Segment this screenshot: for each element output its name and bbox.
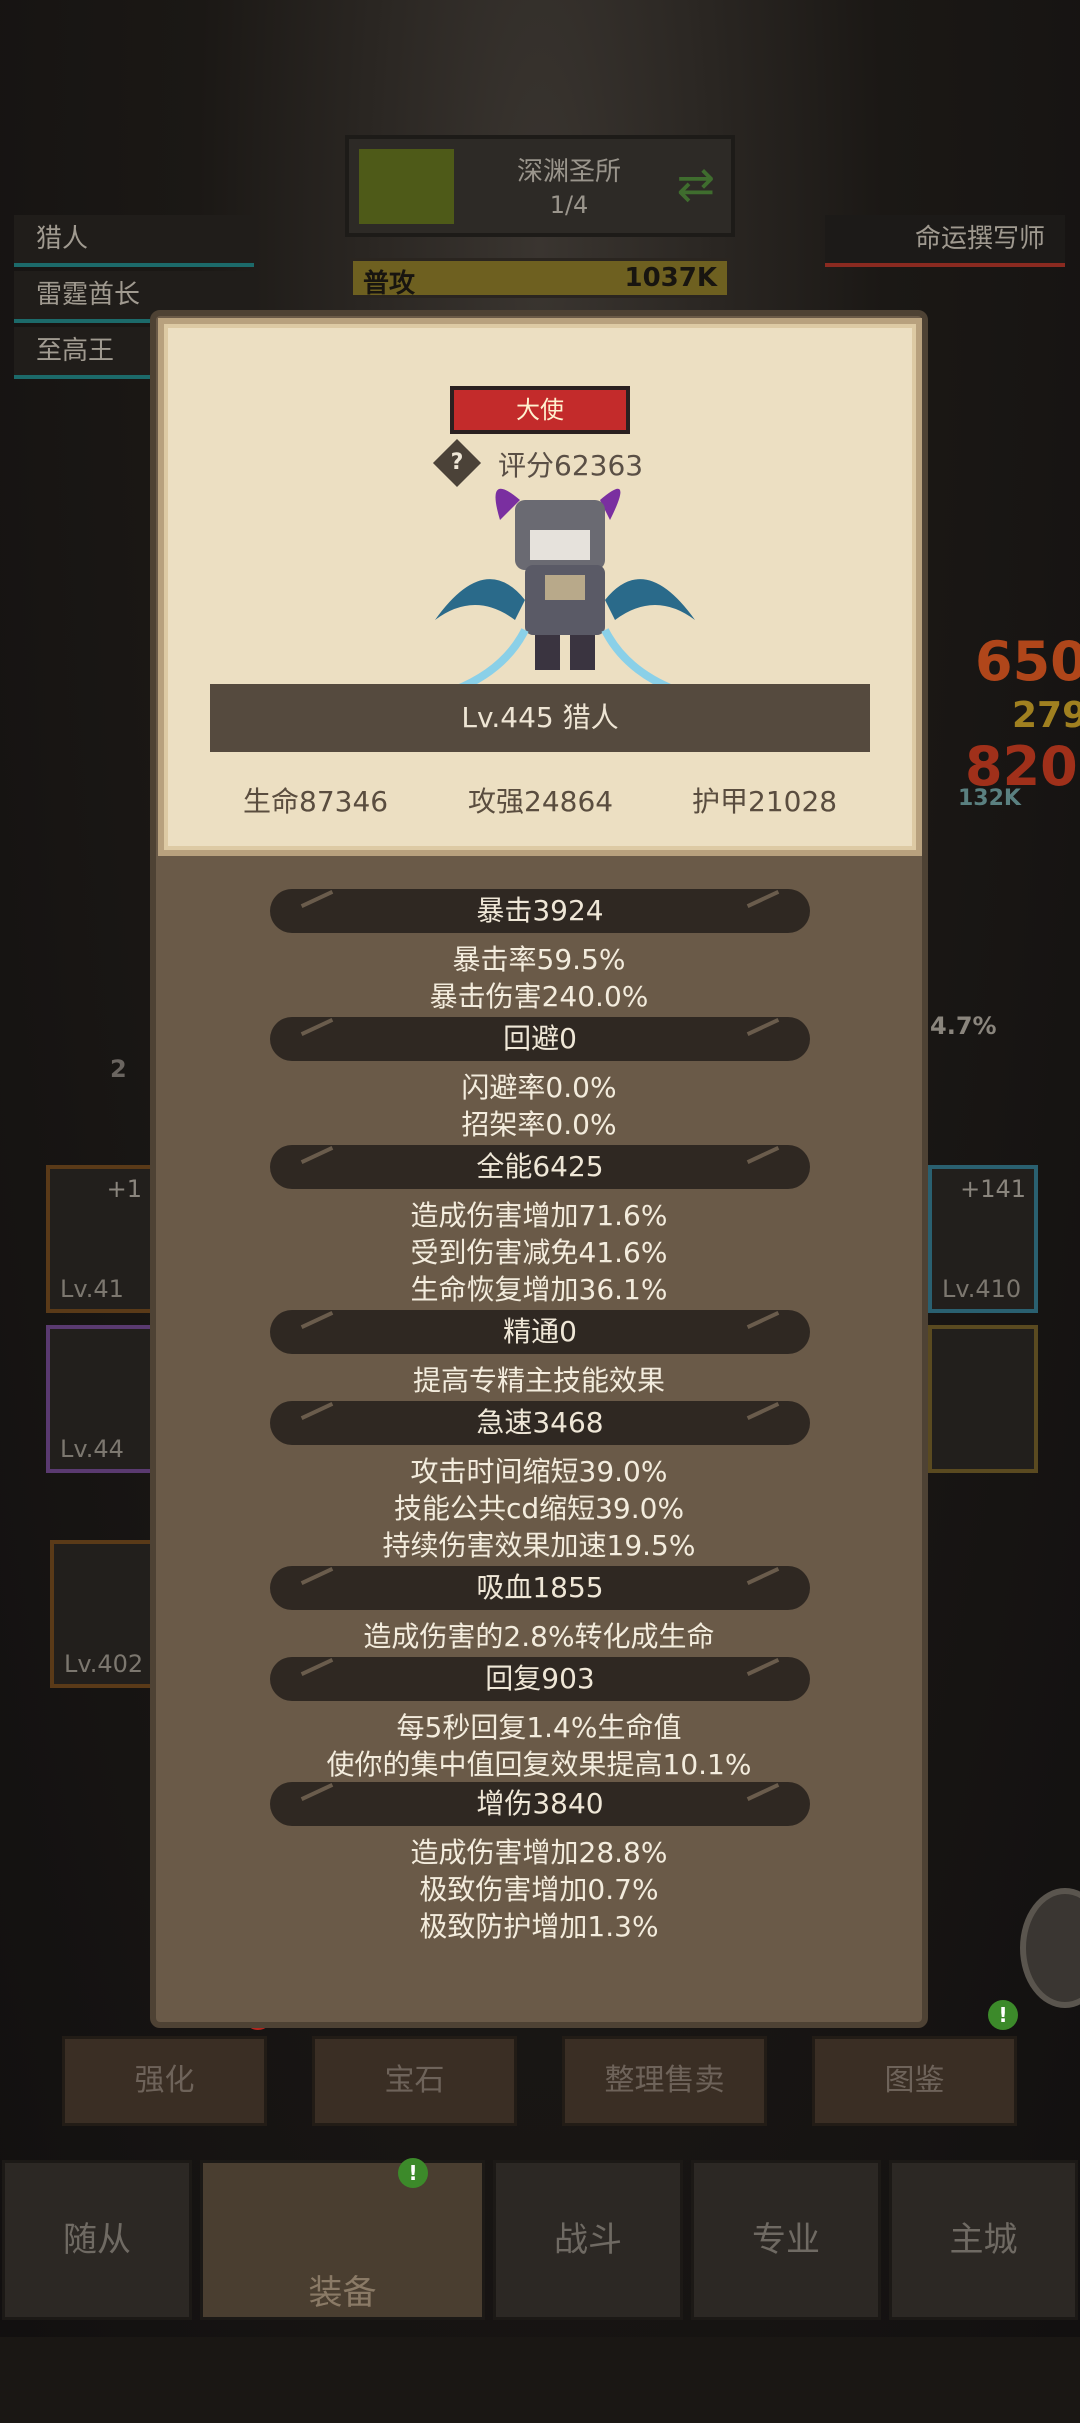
section-line: 造成伤害增加28.8% — [410, 1836, 668, 1869]
slot-level: Lv.44 — [60, 1435, 124, 1463]
team-item[interactable]: 猎人 — [14, 215, 254, 267]
section-line: 造成伤害增加71.6% — [410, 1199, 668, 1232]
side-small: 132K — [958, 786, 1021, 811]
section-header: 急速3468 — [270, 1401, 810, 1445]
slot-plus: +1 — [106, 1175, 142, 1203]
swap-icon[interactable]: ⇄ — [676, 157, 715, 211]
slot-level: Lv.402 — [64, 1650, 144, 1678]
section-line: 造成伤害的2.8%转化成生命 — [363, 1620, 715, 1653]
rank-badge: 大使 — [450, 386, 630, 434]
tab-followers[interactable]: 随从 — [2, 2160, 192, 2320]
section-header: 暴击3924 — [270, 889, 810, 933]
zone-name: 深渊圣所 — [516, 157, 621, 187]
zone-panel[interactable]: 深渊圣所 1/4 ⇄ — [345, 135, 735, 237]
section-header: 回避0 — [270, 1017, 810, 1061]
stat-armor: 护甲21028 — [692, 785, 838, 818]
section-line: 提高专精主技能效果 — [412, 1364, 665, 1397]
side-small: 2 — [110, 1055, 127, 1083]
slot-level: Lv.41 — [60, 1275, 124, 1303]
section-header: 增伤3840 — [270, 1782, 810, 1826]
slot-plus: +141 — [960, 1175, 1026, 1203]
section-line: 极致防护增加1.3% — [419, 1910, 659, 1943]
section-line: 生命恢复增加36.1% — [410, 1273, 668, 1306]
stat-hp: 生命87346 — [243, 785, 389, 818]
side-small: 4.7% — [930, 1012, 997, 1040]
zone-progress: 1/4 — [549, 191, 589, 219]
section-line: 招架率0.0% — [461, 1108, 617, 1141]
alert-icon: ! — [988, 2000, 1018, 2030]
section-line: 使你的集中值回复效果提高10.1% — [326, 1748, 752, 1781]
sort-sell-button[interactable]: 整理售卖 — [562, 2036, 767, 2126]
zone-thumbnail — [359, 149, 454, 224]
section-line: 攻击时间缩短39.0% — [410, 1455, 668, 1488]
equipment-slot[interactable]: Lv.44 — [46, 1325, 154, 1473]
tab-profession[interactable]: 专业 — [691, 2160, 881, 2320]
hero-level-name: Lv.445 猎人 — [210, 684, 870, 752]
section-line: 极致伤害增加0.7% — [419, 1873, 659, 1906]
right-tag[interactable]: 命运撰写师 — [825, 215, 1065, 267]
enhance-button[interactable]: 强化 — [62, 2036, 267, 2126]
alert-icon: ! — [398, 2158, 428, 2188]
codex-button[interactable]: 图鉴 — [812, 2036, 1017, 2126]
section-line: 闪避率0.0% — [461, 1071, 617, 1104]
section-line: 暴击率59.5% — [452, 943, 626, 976]
section-header: 精通0 — [270, 1310, 810, 1354]
equipment-slot[interactable]: +1 Lv.41 — [46, 1165, 154, 1313]
attack-bar: 普攻 1037K — [350, 258, 730, 299]
slot-level: Lv.410 — [942, 1275, 1022, 1303]
section-line: 暴击伤害240.0% — [429, 980, 649, 1013]
equipment-slot[interactable] — [928, 1325, 1038, 1473]
section-line: 技能公共cd缩短39.0% — [393, 1492, 685, 1525]
section-line: 受到伤害减免41.6% — [410, 1236, 668, 1269]
damage-number: 279 — [1012, 695, 1080, 736]
damage-number: 650 — [975, 630, 1080, 693]
tab-equipment[interactable]: 装备 — [200, 2160, 485, 2320]
hero-portrait — [435, 488, 695, 694]
attack-label: 普攻 — [363, 269, 416, 299]
section-header: 全能6425 — [270, 1145, 810, 1189]
equipment-slot[interactable]: +141 Lv.410 — [928, 1165, 1038, 1313]
tab-battle[interactable]: 战斗 — [493, 2160, 683, 2320]
stat-attack: 攻强24864 — [468, 785, 614, 818]
gem-button[interactable]: 宝石 — [312, 2036, 517, 2126]
section-header: 吸血1855 — [270, 1566, 810, 1610]
section-line: 每5秒回复1.4%生命值 — [396, 1711, 682, 1744]
equipment-slot[interactable]: Lv.402 — [50, 1540, 158, 1688]
section-line: 持续伤害效果加速19.5% — [382, 1529, 696, 1562]
attack-value: 1037K — [624, 263, 717, 293]
section-header: 回复903 — [270, 1657, 810, 1701]
tab-main-city[interactable]: 主城 — [889, 2160, 1078, 2320]
